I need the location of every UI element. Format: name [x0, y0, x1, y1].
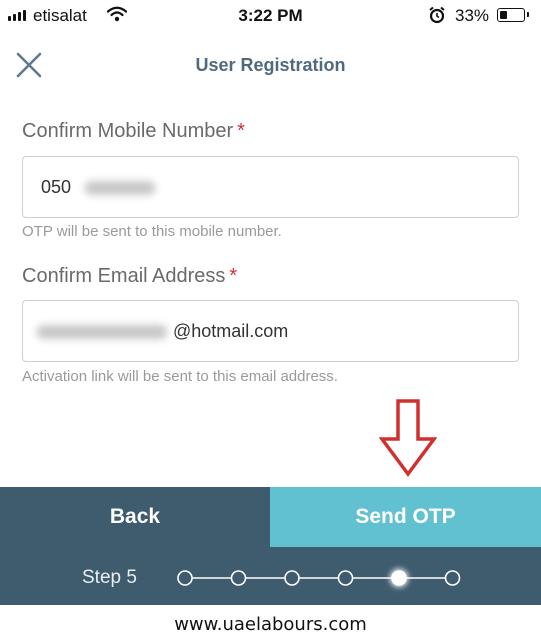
- step-dot-active: [391, 570, 407, 586]
- step-dot: [177, 570, 193, 586]
- mobile-label: Confirm Mobile Number *: [22, 120, 245, 142]
- step-dot: [444, 570, 461, 586]
- battery-percent: 33%: [455, 6, 490, 25]
- step-indicator: Step 5: [0, 547, 541, 605]
- required-mark: *: [229, 265, 238, 287]
- step-dot: [230, 570, 247, 586]
- app-header: User Registration: [0, 40, 541, 92]
- step-dot: [284, 570, 300, 586]
- email-label: Confirm Email Address *: [22, 265, 238, 287]
- watermark-url: www.uaelabours.com: [174, 614, 367, 635]
- mobile-hint: OTP will be sent to this mobile number.: [22, 223, 282, 240]
- arrow-down-icon: [379, 399, 437, 477]
- step-dots: [177, 569, 461, 587]
- step-dot: [337, 570, 354, 586]
- send-otp-button[interactable]: Send OTP: [270, 487, 541, 547]
- page-title: User Registration: [195, 55, 346, 75]
- redacted-username: [37, 325, 167, 339]
- status-bar: etisalat 3:22 PM 33%: [0, 0, 541, 32]
- required-mark: *: [237, 120, 245, 142]
- battery-fill: [500, 11, 507, 19]
- action-buttons: Back Send OTP: [0, 487, 541, 547]
- email-hint: Activation link will be sent to this ema…: [22, 368, 338, 385]
- battery-icon: [497, 8, 529, 22]
- mobile-field[interactable]: [22, 156, 519, 218]
- alarm-icon: [429, 6, 445, 24]
- redacted-digits: [85, 181, 155, 195]
- email-field[interactable]: [22, 300, 519, 362]
- back-button[interactable]: Back: [0, 487, 270, 547]
